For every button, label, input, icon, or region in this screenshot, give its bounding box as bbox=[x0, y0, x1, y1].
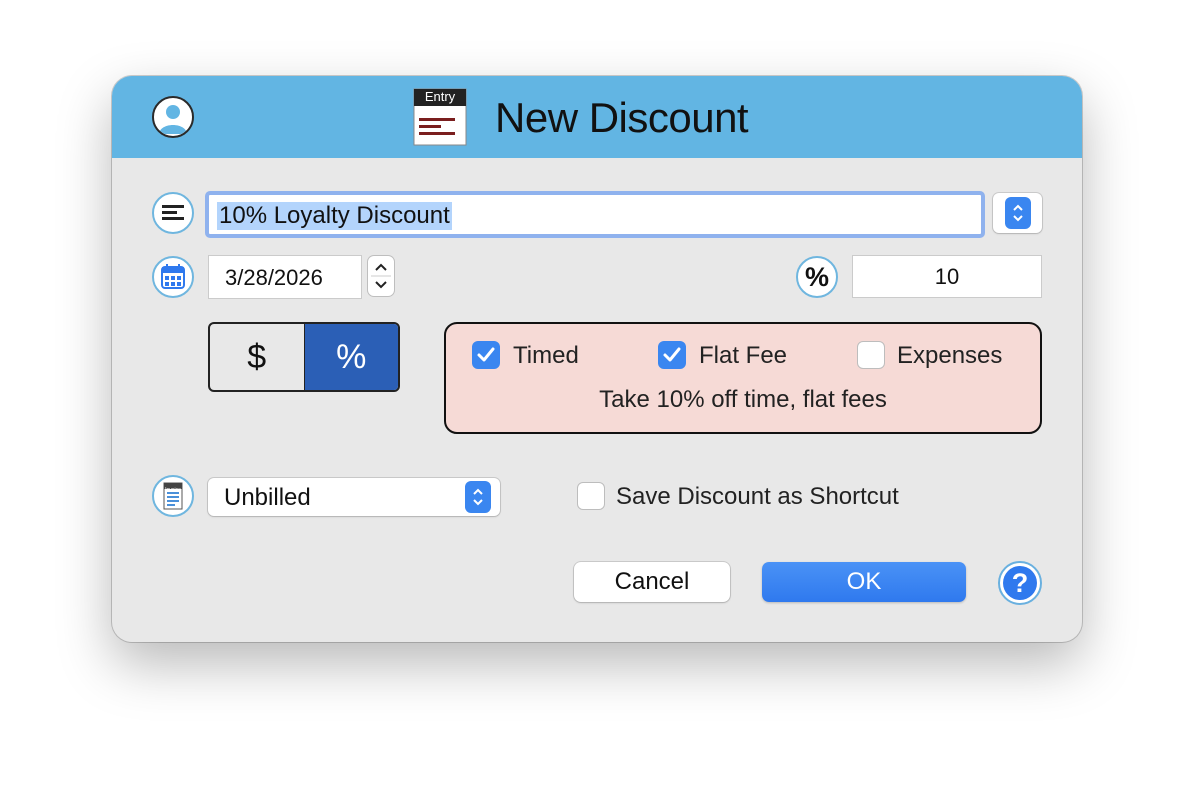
description-value: 10% Loyalty Discount bbox=[217, 202, 452, 230]
description-input[interactable]: 10% Loyalty Discount bbox=[205, 191, 985, 238]
date-input[interactable]: 3/28/2026 bbox=[209, 256, 361, 298]
cancel-button[interactable]: Cancel bbox=[574, 562, 730, 602]
percent-icon: % bbox=[804, 262, 829, 292]
billing-status-popup[interactable]: Unbilled bbox=[208, 478, 500, 516]
amount-input[interactable]: 10 bbox=[853, 256, 1041, 297]
checkmark-icon bbox=[477, 347, 495, 362]
dialog-header: Entry New Discount bbox=[112, 76, 1082, 158]
chevron-updown-icon bbox=[465, 481, 491, 513]
date-stepper[interactable] bbox=[368, 256, 394, 296]
discount-type-segmented[interactable]: $ % bbox=[208, 322, 400, 392]
percent-button[interactable]: % bbox=[796, 256, 838, 298]
checkmark-icon bbox=[663, 347, 681, 362]
billing-status-value: Unbilled bbox=[224, 484, 311, 511]
type-dollar-option[interactable]: $ bbox=[210, 324, 304, 390]
invoice-icon bbox=[163, 482, 183, 510]
apply-to-box: Timed Flat Fee Expenses Take 10% off tim… bbox=[444, 322, 1042, 434]
expenses-checkbox[interactable] bbox=[857, 341, 885, 369]
save-shortcut-label: Save Discount as Shortcut bbox=[616, 483, 899, 510]
flat-fee-label: Flat Fee bbox=[699, 342, 788, 369]
timed-checkbox[interactable] bbox=[472, 341, 500, 369]
type-percent-option[interactable]: % bbox=[303, 324, 398, 390]
invoice-status-button[interactable]: Invoice bbox=[152, 475, 194, 517]
dialog-title: New Discount bbox=[495, 94, 749, 141]
text-lines-icon bbox=[162, 205, 184, 220]
description-button[interactable] bbox=[152, 192, 194, 234]
help-button[interactable]: ? bbox=[998, 561, 1042, 605]
timed-label: Timed bbox=[513, 342, 579, 369]
question-icon: ? bbox=[1003, 566, 1037, 600]
entry-icon-label: Entry bbox=[424, 89, 456, 104]
description-presets-popup[interactable] bbox=[993, 193, 1042, 233]
ok-button[interactable]: OK bbox=[762, 562, 966, 602]
user-button[interactable] bbox=[152, 96, 194, 138]
apply-summary: Take 10% off time, flat fees bbox=[599, 386, 887, 413]
invoice-icon-label: Invoice bbox=[165, 487, 181, 493]
save-shortcut-checkbox[interactable] bbox=[577, 482, 605, 510]
entry-icon: Entry bbox=[413, 88, 467, 146]
chevron-updown-icon bbox=[371, 263, 391, 289]
flat-fee-checkbox[interactable] bbox=[658, 341, 686, 369]
calendar-icon bbox=[161, 264, 185, 289]
date-button[interactable] bbox=[152, 256, 194, 298]
person-icon bbox=[159, 105, 187, 134]
expenses-label: Expenses bbox=[897, 342, 1003, 369]
new-discount-dialog: Entry New Discount 10% Loyalty Discount bbox=[112, 76, 1082, 642]
chevron-updown-icon bbox=[1005, 197, 1031, 229]
